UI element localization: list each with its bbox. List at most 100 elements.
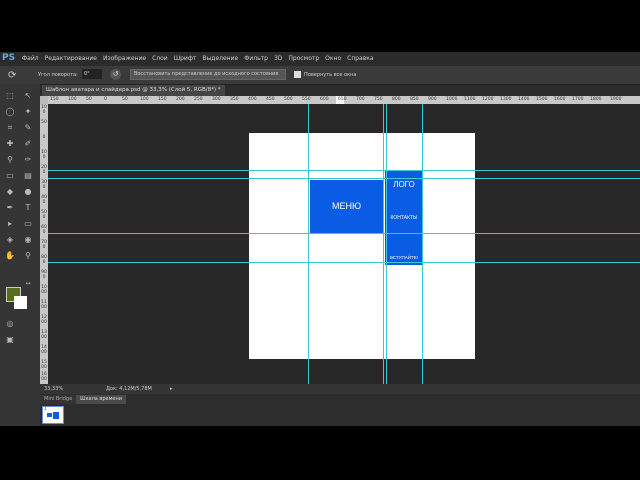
gradient-tool-icon[interactable]: ▤ [22,170,34,182]
history-brush-tool-icon[interactable]: ✑ [22,154,34,166]
menu-bar: PS Файл Редактирование Изображение Слои … [0,52,640,66]
ruler-tick: 300 [41,180,47,190]
move-tool-icon[interactable]: ↖ [22,90,34,102]
guide-horizontal[interactable] [48,233,640,234]
ruler-tick: 250 [194,97,203,102]
menu-image[interactable]: Изображение [103,55,146,62]
ruler-tick: 700 [356,97,365,102]
hand-tool-icon[interactable]: ✋ [4,250,16,262]
guide-vertical[interactable] [308,104,309,384]
type-tool-icon[interactable]: T [22,202,34,214]
ruler-tick: 0 [42,135,46,140]
eyedropper-tool-icon[interactable]: ✎ [22,122,34,134]
zoom-level[interactable]: 33,33% [44,384,63,394]
menu-window[interactable]: Окно [325,55,341,62]
guide-horizontal[interactable] [48,178,640,179]
ruler-tick: 1900 [610,97,622,102]
document-canvas[interactable]: МЕНЮ ЛОГО КОНТАКТЫ ВСТУПАЙТЕ! [249,133,475,359]
ruler-tick: 100 [68,97,77,102]
3d-tool-icon[interactable]: ◈ [4,234,16,246]
brush-tool-icon[interactable]: ✐ [22,138,34,150]
options-bar: ⟳ Угол поворота: 0° ↺ Восстановить предс… [0,66,640,85]
ruler-tick: 300 [212,97,221,102]
blur-tool-icon[interactable]: ◆ [4,186,16,198]
pen-tool-icon[interactable]: ✒ [4,202,16,214]
ruler-tick: 1500 [536,97,548,102]
bottom-panel: Mini Bridge Шкала времени 1 [40,394,640,426]
menu-block[interactable]: МЕНЮ [310,180,383,233]
shape-tool-icon[interactable]: ▭ [22,218,34,230]
menu-view[interactable]: Просмотр [288,55,319,62]
menu-select[interactable]: Выделение [202,55,238,62]
menu-file[interactable]: Файл [22,55,39,62]
reset-view-button[interactable]: Восстановить представление до исходного … [130,69,286,80]
ruler-tick: 50 [41,120,47,125]
ruler-tick: 1200 [482,97,494,102]
menu-filter[interactable]: Фильтр [244,55,268,62]
canvas-area[interactable]: МЕНЮ ЛОГО КОНТАКТЫ ВСТУПАЙТЕ! [48,104,640,384]
tab-mini-bridge[interactable]: Mini Bridge [40,395,77,404]
ruler-tick: 1100 [41,300,47,310]
ruler-tick: 1000 [446,97,458,102]
crop-tool-icon[interactable]: ⌗ [4,122,16,134]
zoom-tool-icon[interactable]: ⚲ [22,250,34,262]
ruler-tick: 650 [338,97,347,102]
status-bar: 33,33% Док: 4,12M/5,78M ▸ [40,384,640,394]
toolbox: ⬚ ↖ ◯ ✦ ⌗ ✎ ✚ ✐ ⚲ ✑ ▭ ▤ ◆ ● ✒ T ▸ ▭ ◈ ◉ … [0,84,41,426]
ruler-tick: 1800 [590,97,602,102]
path-select-tool-icon[interactable]: ▸ [4,218,16,230]
ruler-tick: 100 [140,97,149,102]
join-text: ВСТУПАЙТЕ! [389,255,419,260]
eraser-tool-icon[interactable]: ▭ [4,170,16,182]
frame-thumbnail-block [47,413,52,417]
rotate-view-tool-icon[interactable]: ⟳ [8,70,16,81]
ruler-tick: 1300 [500,97,512,102]
rotate-all-windows-checkbox[interactable] [294,71,301,78]
status-menu-arrow-icon[interactable]: ▸ [170,384,173,394]
menu-help[interactable]: Справка [347,55,373,62]
ruler-tick: 1600 [554,97,566,102]
ruler-tick: 350 [230,97,239,102]
reset-rotation-icon[interactable]: ↺ [110,69,121,80]
ruler-tick: 50 [86,97,92,102]
quick-mask-icon[interactable]: ◎ [4,318,16,330]
ruler-left[interactable]: 100 50 0 100 200 300 400 500 600 700 800… [40,104,48,384]
marquee-tool-icon[interactable]: ⬚ [4,90,16,102]
guide-vertical[interactable] [422,104,423,384]
photoshop-window: PS Файл Редактирование Изображение Слои … [0,52,640,426]
logo-contacts-block[interactable]: ЛОГО КОНТАКТЫ ВСТУПАЙТЕ! [385,171,423,265]
ruler-top[interactable]: 150 100 50 0 50 100 150 200 250 300 350 … [48,96,640,104]
healing-tool-icon[interactable]: ✚ [4,138,16,150]
stamp-tool-icon[interactable]: ⚲ [4,154,16,166]
contacts-text: КОНТАКТЫ [390,215,418,221]
rotation-angle-input[interactable]: 0° [82,69,102,79]
ruler-tick: 150 [158,97,167,102]
lasso-tool-icon[interactable]: ◯ [4,106,16,118]
menu-edit[interactable]: Редактирование [45,55,97,62]
guide-vertical[interactable] [383,104,384,384]
background-color-swatch[interactable] [14,296,27,309]
document-tab[interactable]: Шаблон аватара и слайдера.psd @ 33,3% (С… [42,85,225,96]
bottom-panel-tabs: Mini Bridge Шкала времени [40,395,126,404]
menu-type[interactable]: Шрифт [174,55,197,62]
menu-layers[interactable]: Слои [152,55,168,62]
swap-colors-icon[interactable]: ↔ [22,278,34,290]
menu-list: Файл Редактирование Изображение Слои Шри… [22,55,380,62]
document-tab-bar: Шаблон аватара и слайдера.psd @ 33,3% (С… [40,85,640,96]
ruler-tick: 1000 [41,285,47,295]
guide-horizontal[interactable] [48,170,640,171]
ruler-tick: 600 [320,97,329,102]
guide-vertical[interactable] [386,104,387,384]
timeline-frame[interactable]: 1 [42,406,64,424]
ruler-tick: 1400 [518,97,530,102]
magic-wand-tool-icon[interactable]: ✦ [22,106,34,118]
app-logo: PS [2,53,16,63]
guide-horizontal[interactable] [48,262,640,263]
tab-timeline[interactable]: Шкала времени [76,395,126,404]
3d-camera-tool-icon[interactable]: ◉ [22,234,34,246]
menu-3d[interactable]: 3D [274,55,282,62]
dodge-tool-icon[interactable]: ● [22,186,34,198]
ruler-tick: 1400 [41,345,47,355]
screen-mode-icon[interactable]: ▣ [4,334,16,346]
menu-block-text: МЕНЮ [331,201,362,211]
